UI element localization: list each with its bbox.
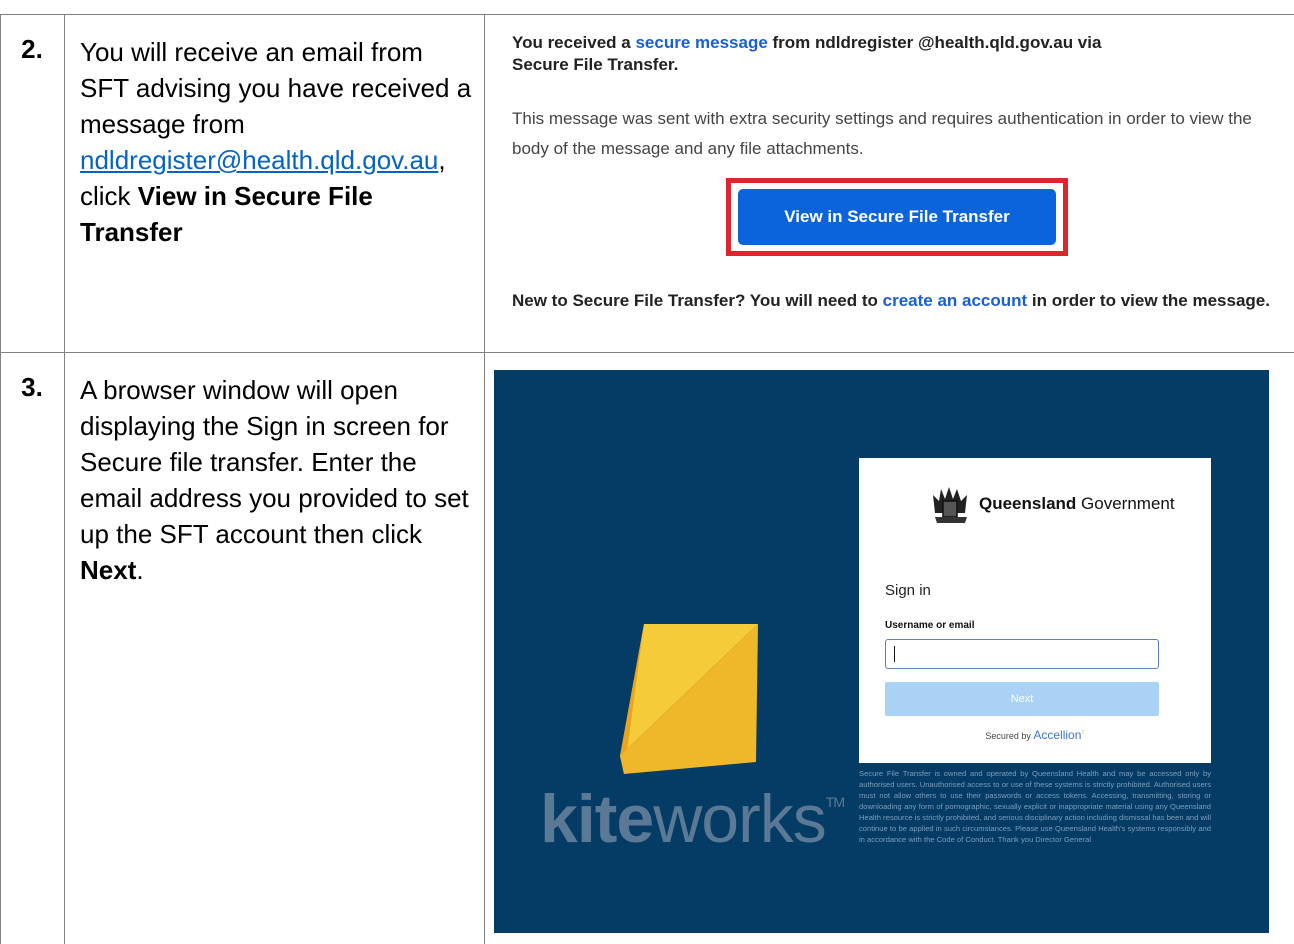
- step-3-text: A browser window will open displaying th…: [80, 375, 469, 549]
- step-2-instructions: You will receive an email from SFT advis…: [80, 34, 475, 250]
- headline-end: Secure File Transfer.: [512, 55, 679, 74]
- sign-in-title: Sign in: [885, 582, 931, 599]
- secured-prefix: Secured by: [985, 731, 1034, 741]
- step-3-text-end: .: [136, 555, 144, 585]
- accellion-logo: Accellion: [1033, 728, 1082, 742]
- sign-in-screenshot: kiteworksTM Queensland Government Sign i…: [494, 370, 1269, 933]
- headline-text: You received a: [512, 33, 636, 52]
- step-number-2: 2.: [21, 34, 43, 64]
- brand-bold: Queensland: [979, 494, 1077, 513]
- next-button[interactable]: Next: [885, 682, 1159, 716]
- cta-highlight-box: View in Secure File Transfer: [726, 178, 1068, 256]
- table-border-left: [0, 14, 1, 944]
- view-in-secure-file-transfer-button[interactable]: View in Secure File Transfer: [738, 189, 1056, 245]
- secured-by: Secured by Accellion⁷: [859, 728, 1211, 742]
- username-label: Username or email: [885, 620, 975, 631]
- step-2-text: You will receive an email from SFT advis…: [80, 37, 472, 139]
- table-col-divider-1: [64, 14, 65, 944]
- brand-name: Queensland Government: [979, 494, 1175, 514]
- qld-gov-brand: Queensland Government: [929, 482, 1175, 526]
- email-headline: You received a secure message from ndldr…: [512, 32, 1272, 76]
- headline-sender: from ndldregister @health.qld.gov.au via: [767, 33, 1102, 52]
- table-col-divider-2: [484, 14, 485, 944]
- legal-notice: Secure File Transfer is owned and operat…: [859, 769, 1212, 844]
- step-2-email-link[interactable]: ndldregister@health.qld.gov.au: [80, 145, 438, 175]
- secure-message-link[interactable]: secure message: [635, 33, 767, 52]
- username-input[interactable]: [885, 639, 1159, 669]
- accellion-mark-icon: ⁷: [1081, 728, 1085, 738]
- sign-in-card: Queensland Government Sign in Username o…: [859, 458, 1211, 763]
- text-caret: [894, 646, 895, 662]
- wordmark-rest: works: [653, 781, 827, 857]
- wordmark-bold: kite: [540, 781, 654, 857]
- step-3-instructions: A browser window will open displaying th…: [80, 372, 475, 588]
- email-preview: You received a secure message from ndldr…: [500, 0, 1290, 352]
- coat-of-arms-icon: [933, 487, 967, 523]
- email-body: This message was sent with extra securit…: [512, 109, 1252, 158]
- step-number-3: 3.: [21, 372, 43, 402]
- step-3-action: Next: [80, 555, 137, 585]
- table-border-mid: [0, 352, 1294, 353]
- trademark-mark: TM: [825, 794, 845, 810]
- footer-text-end: in order to view the message.: [1027, 291, 1270, 310]
- email-footer: New to Secure File Transfer? You will ne…: [512, 290, 1272, 312]
- kiteworks-wordmark: kiteworksTM: [540, 780, 845, 858]
- create-account-link[interactable]: create an account: [883, 291, 1028, 310]
- brand-rest: Government: [1076, 494, 1175, 513]
- footer-text: New to Secure File Transfer? You will ne…: [512, 291, 883, 310]
